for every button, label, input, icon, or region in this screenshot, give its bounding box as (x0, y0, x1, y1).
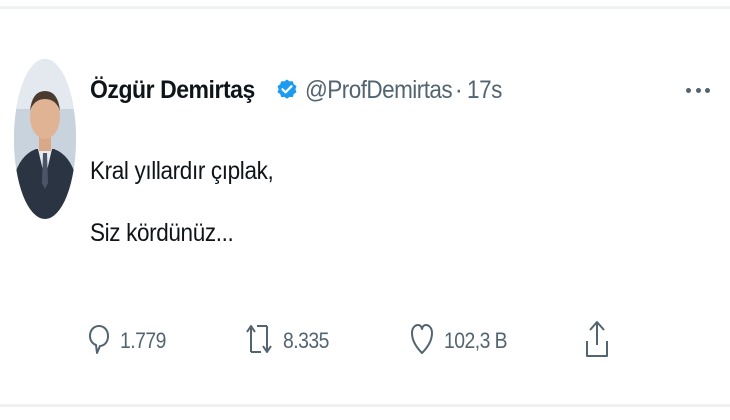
verified-badge-icon (275, 78, 299, 102)
tweet-header: Özgür Demirtaş @ProfDemirtas · 17s (90, 70, 506, 110)
reply-count: 1.779 (120, 328, 166, 353)
share-upload-icon (585, 319, 609, 364)
top-divider (0, 6, 730, 9)
separator-dot: · (454, 75, 463, 104)
like-button[interactable]: 102,3 B (410, 316, 516, 366)
tweet-text-line: Siz kördünüz... (90, 219, 234, 247)
more-dots-icon[interactable] (686, 80, 710, 100)
more-dot (686, 87, 691, 93)
like-count: 102,3 B (444, 328, 508, 353)
user-handle[interactable]: @ProfDemirtas (305, 76, 453, 105)
tweet-card[interactable]: Özgür Demirtaş @ProfDemirtas · 17s Kral … (0, 10, 730, 402)
screenshot-frame: Özgür Demirtaş @ProfDemirtas · 17s Kral … (0, 0, 730, 420)
timestamp[interactable]: 17s (467, 76, 502, 105)
more-dot (695, 87, 701, 93)
avatar[interactable] (14, 59, 76, 219)
more-dot (705, 87, 710, 93)
tweet-text-line: Kral yıllardır çıplak, (90, 157, 274, 185)
display-name[interactable]: Özgür Demirtaş (90, 76, 255, 105)
retweet-arrows-icon (245, 322, 273, 361)
tweet-actions: 1.779 8.335 102,3 B (0, 316, 730, 366)
share-button[interactable] (585, 316, 609, 366)
speech-bubble-icon (88, 323, 110, 360)
reply-button[interactable]: 1.779 (88, 316, 172, 366)
retweet-button[interactable]: 8.335 (245, 316, 335, 366)
bottom-divider (0, 404, 730, 407)
heart-icon (410, 322, 434, 361)
retweet-count: 8.335 (283, 328, 329, 353)
